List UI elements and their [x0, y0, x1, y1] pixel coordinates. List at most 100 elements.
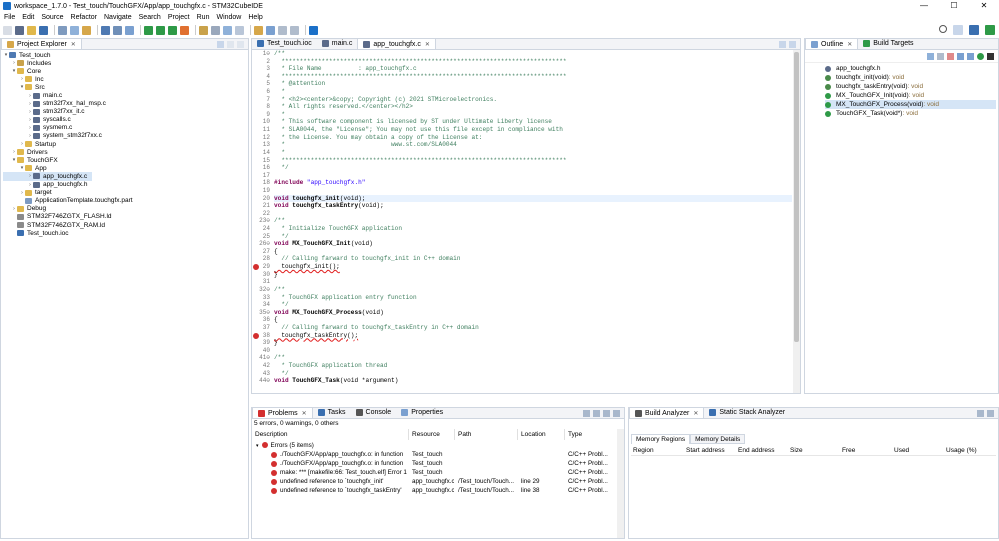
code-line[interactable]: * SLA0044, the "License"; You may not us… — [274, 126, 792, 134]
minimize-view-icon[interactable] — [603, 410, 610, 417]
tree-item[interactable]: ▾ App — [3, 164, 133, 172]
code-line[interactable]: touchgfx_init(); — [274, 263, 792, 271]
editor-scrollbar[interactable] — [793, 50, 800, 393]
minimize-button[interactable]: — — [909, 0, 939, 12]
filter-icon[interactable] — [583, 410, 590, 417]
code-line[interactable] — [274, 210, 792, 218]
code-line[interactable]: ****************************************… — [274, 73, 792, 81]
code-line[interactable]: * — [274, 111, 792, 119]
problems-scrollbar[interactable] — [617, 429, 624, 538]
code-line[interactable]: ****************************************… — [274, 58, 792, 66]
menu-project[interactable]: Project — [168, 14, 190, 21]
column-header-type[interactable]: Type — [565, 429, 620, 440]
tab-app-touchgfx-c[interactable]: app_touchgfx.c ✕ — [357, 38, 436, 49]
toolbar-button-icon[interactable] — [290, 25, 299, 35]
view-menu-icon[interactable] — [987, 52, 994, 60]
code-line[interactable]: } — [274, 271, 792, 279]
outline-item[interactable]: MX_TouchGFX_Process(void) : void — [825, 100, 996, 109]
menu-search[interactable]: Search — [139, 14, 161, 21]
minimize-view-icon[interactable] — [779, 41, 786, 48]
column-header-description[interactable]: Description — [252, 429, 409, 440]
code-line[interactable]: { — [274, 316, 792, 324]
tree-item[interactable]: › system_stm32f7xx.c — [3, 132, 133, 140]
group-members-icon[interactable] — [977, 52, 984, 60]
tree-item[interactable]: STM32F746ZGTX_FLASH.ld — [3, 213, 133, 221]
tab-static-stack-analyzer[interactable]: Static Stack Analyzer — [704, 407, 790, 418]
memory-column-usage-[interactable]: Usage (%) — [946, 445, 977, 456]
editor-scroll-thumb[interactable] — [794, 52, 799, 342]
hide-static-icon[interactable] — [947, 52, 954, 60]
maximize-button[interactable]: ☐ — [939, 0, 969, 12]
problem-row[interactable]: undefined reference to `touchgfx_taskEnt… — [252, 486, 617, 495]
code-line[interactable] — [274, 347, 792, 355]
tab-project-explorer[interactable]: Project Explorer ✕ — [1, 38, 82, 49]
menu-source[interactable]: Source — [41, 14, 63, 21]
toolbar-button-icon[interactable] — [113, 25, 122, 35]
code-line[interactable]: * TouchGFX application thread — [274, 362, 792, 370]
outline-item[interactable]: app_touchgfx.h — [825, 64, 996, 73]
column-header-resource[interactable]: Resource — [409, 429, 455, 440]
search-icon[interactable] — [939, 25, 947, 33]
tab-build-targets[interactable]: Build Targets — [858, 38, 918, 49]
toolbar-button-icon[interactable] — [144, 25, 153, 35]
memory-column-size[interactable]: Size — [790, 445, 803, 456]
memory-column-free[interactable]: Free — [842, 445, 855, 456]
menu-edit[interactable]: Edit — [22, 14, 34, 21]
tree-item[interactable]: › Debug — [3, 205, 133, 213]
tree-item[interactable]: › stm32f7xx_it.c — [3, 108, 133, 116]
code-line[interactable]: void MX_TouchGFX_Process(void) — [274, 309, 792, 317]
tab-problems[interactable]: Problems ✕ — [252, 407, 313, 418]
code-line[interactable]: { — [274, 248, 792, 256]
code-line[interactable]: * — [274, 88, 792, 96]
close-icon[interactable]: ✕ — [302, 410, 307, 417]
toolbar-button-icon[interactable] — [125, 25, 134, 35]
subtab-memory-regions[interactable]: Memory Regions — [631, 434, 691, 444]
toolbar-button-icon[interactable] — [266, 25, 275, 35]
code-line[interactable]: void touchgfx_taskEntry(void); — [274, 202, 792, 210]
debug-perspective-icon[interactable] — [985, 25, 995, 35]
code-line[interactable]: * @attention — [274, 80, 792, 88]
code-area[interactable]: 1⊖ 2 3 4 5 6 7 8 9 10 11 12 13 14 15 16 17 18 19 20 21 22 23⊖ 2… — [252, 50, 792, 393]
problem-row[interactable]: undefined reference to `touchgfx_init' ap… — [252, 477, 617, 486]
memory-column-end-address[interactable]: End address — [738, 445, 775, 456]
tree-item[interactable]: › Inc — [3, 75, 133, 83]
subtab-memory-details[interactable]: Memory Details — [690, 434, 746, 444]
tab-main-c[interactable]: main.c — [317, 38, 358, 49]
code-line[interactable]: /** — [274, 286, 792, 294]
toolbar-button-icon[interactable] — [211, 25, 220, 35]
code-line[interactable]: // Calling farward to touchgfx_taskEntry… — [274, 324, 792, 332]
error-marker-icon[interactable] — [253, 332, 259, 339]
code-line[interactable] — [274, 172, 792, 180]
toolbar-button-icon[interactable] — [82, 25, 91, 35]
tree-item[interactable]: › syscalls.c — [3, 116, 133, 124]
close-icon[interactable]: ✕ — [71, 41, 76, 48]
code-line[interactable]: * <h2><center>&copy; Copyright (c) 2021 … — [274, 96, 792, 104]
outline-item[interactable]: touchgfx_taskEntry(void) : void — [825, 82, 996, 91]
code-line[interactable]: */ — [274, 370, 792, 378]
tree-item[interactable]: › app_touchgfx.c — [3, 172, 92, 181]
code-line[interactable]: void touchgfx_init(void); — [274, 194, 792, 203]
code-line[interactable]: // Calling farward to touchgfx_init in C… — [274, 255, 792, 263]
code-line[interactable]: * TouchGFX application entry function — [274, 294, 792, 302]
tab-test-touch-ioc[interactable]: Test_touch.ioc — [252, 38, 317, 49]
outline-item[interactable]: touchgfx_init(void) : void — [825, 73, 996, 82]
maximize-view-icon[interactable] — [613, 410, 620, 417]
tab-build-analyzer[interactable]: Build Analyzer ✕ — [629, 407, 705, 418]
tree-item[interactable]: › Startup — [3, 140, 133, 148]
toolbar-button-icon[interactable] — [156, 25, 165, 35]
tree-item[interactable]: › stm32f7xx_hal_msp.c — [3, 100, 133, 108]
code-line[interactable]: /** — [274, 217, 792, 225]
toolbar-button-icon[interactable] — [3, 25, 12, 35]
toolbar-button-icon[interactable] — [278, 25, 287, 35]
code-line[interactable]: void MX_TouchGFX_Init(void) — [274, 240, 792, 248]
tree-item[interactable]: STM32F746ZGTX_RAM.ld — [3, 221, 133, 229]
maximize-view-icon[interactable] — [987, 410, 994, 417]
toolbar-button-icon[interactable] — [180, 25, 189, 35]
code-line[interactable]: */ — [274, 233, 792, 241]
menu-refactor[interactable]: Refactor — [71, 14, 97, 21]
hide-fields-icon[interactable] — [937, 52, 944, 60]
toolbar-button-icon[interactable] — [39, 25, 48, 35]
open-perspective-icon[interactable] — [953, 25, 963, 35]
tree-item[interactable]: ▾ Core — [3, 67, 133, 75]
tab-properties[interactable]: Properties — [396, 407, 448, 418]
